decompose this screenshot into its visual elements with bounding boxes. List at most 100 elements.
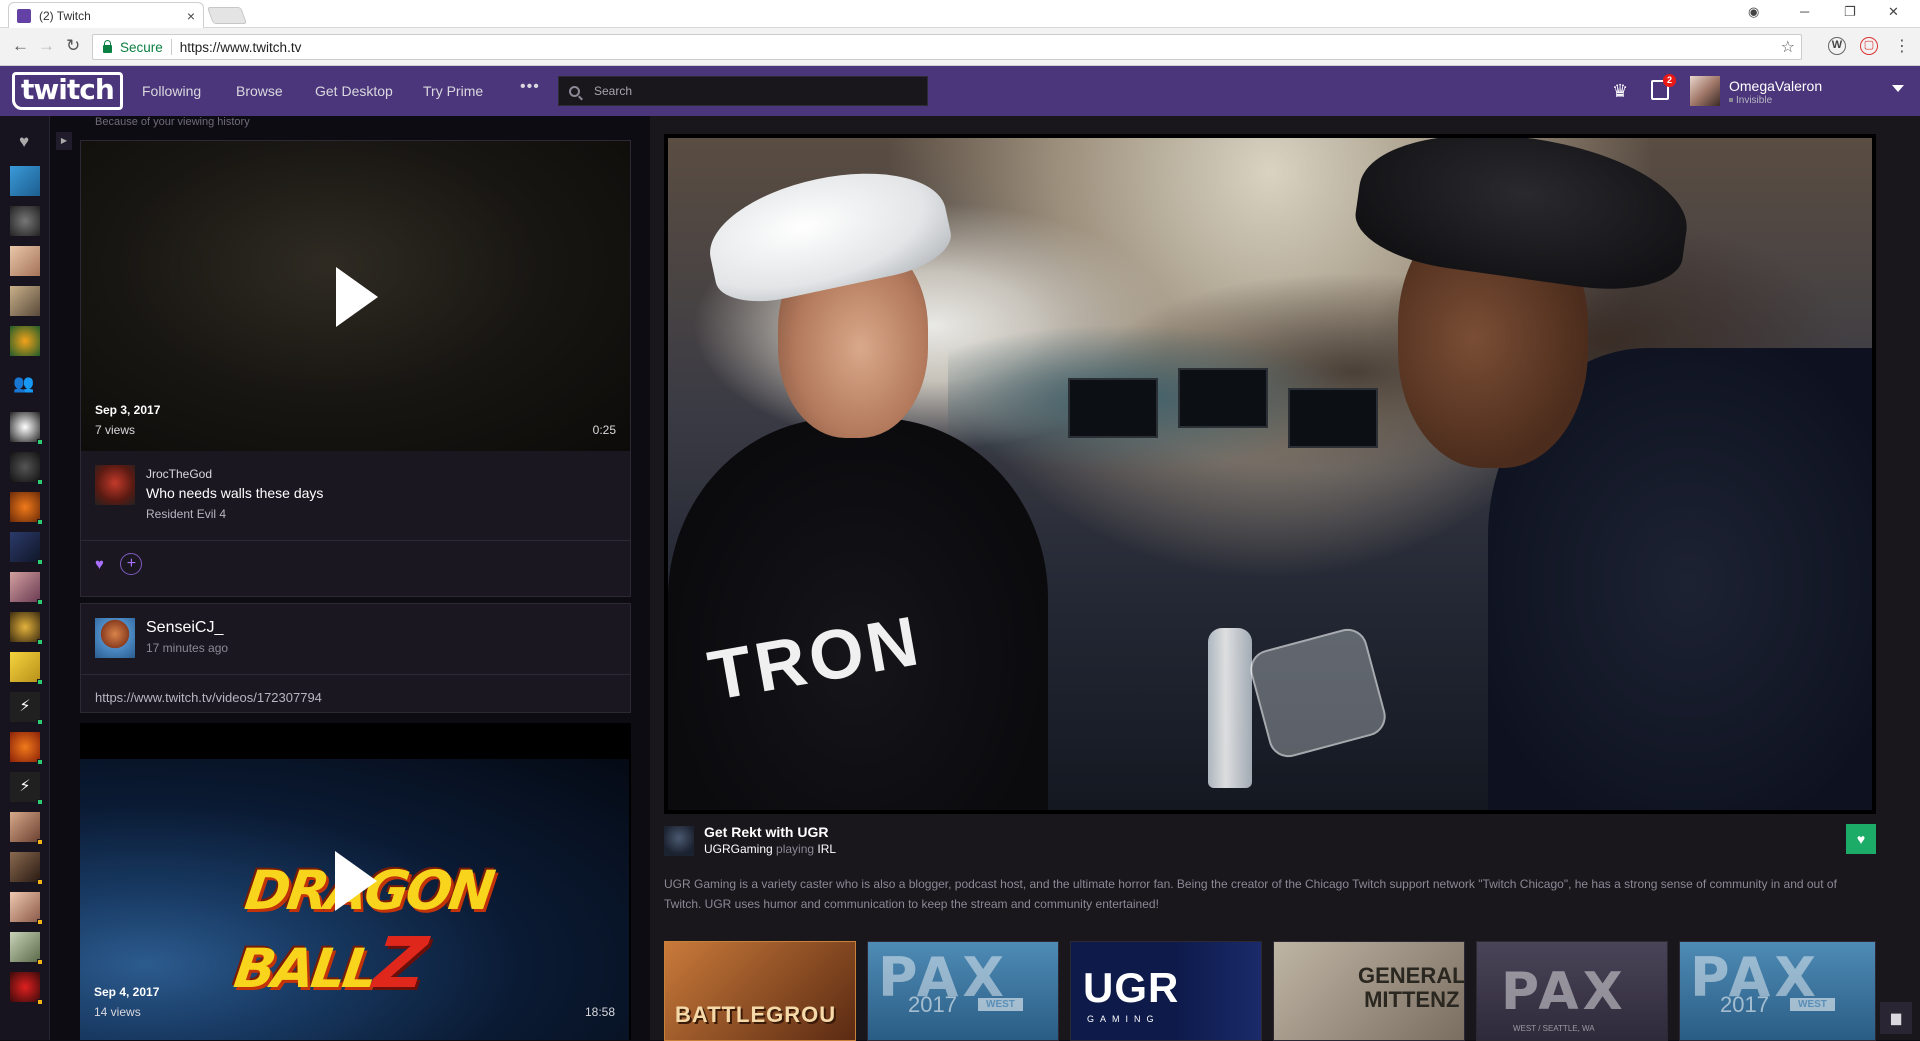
- sidebar-channel-avatar[interactable]: [10, 166, 40, 196]
- sidebar-channel-avatar[interactable]: [10, 326, 40, 356]
- rail-tile[interactable]: PAX 2017 WEST: [1679, 941, 1876, 1041]
- idle-dot: [37, 959, 43, 965]
- art-z: Z: [369, 922, 429, 1004]
- video-date: Sep 3, 2017: [95, 403, 161, 417]
- stream-video-frame: TRON: [668, 138, 1872, 810]
- rail-tile[interactable]: BATTLEGROU: [664, 941, 856, 1041]
- online-dot: [37, 679, 43, 685]
- user-avatar[interactable]: [1690, 76, 1720, 106]
- video-title[interactable]: Who needs walls these days: [146, 485, 323, 501]
- online-dot: [37, 439, 43, 445]
- sidebar-channel-avatar[interactable]: [10, 732, 43, 765]
- dragon-ball-art: DRAGON BALLZ: [230, 859, 629, 1004]
- back-icon[interactable]: ←: [12, 36, 29, 56]
- streamer-avatar[interactable]: [664, 826, 694, 856]
- video-thumbnail[interactable]: Sep 3, 2017 7 views 0:25: [81, 141, 630, 451]
- sidebar-channel-avatar[interactable]: ⚡: [10, 692, 43, 725]
- address-bar[interactable]: Secure https://www.twitch.tv ☆: [92, 34, 1802, 60]
- forward-icon[interactable]: →: [38, 36, 55, 56]
- sidebar-channel-avatar[interactable]: [10, 852, 43, 885]
- search-input[interactable]: Search: [558, 76, 928, 106]
- browser-tab-bar: (2) Twitch × ◉ ─ ❐ ✕: [0, 0, 1920, 28]
- sidebar-channel-avatar[interactable]: [10, 286, 40, 316]
- sidebar-channel-avatar[interactable]: [10, 972, 43, 1005]
- background-monitor: [1288, 388, 1378, 448]
- video-game[interactable]: Resident Evil 4: [146, 507, 226, 521]
- playing-word: playing: [776, 842, 815, 856]
- sidebar-channel-avatar[interactable]: [10, 612, 43, 645]
- profile-icon[interactable]: ◉: [1748, 4, 1759, 20]
- chat-bubble-icon[interactable]: ▆: [1880, 1002, 1912, 1034]
- sidebar-channel-avatar[interactable]: [10, 246, 40, 276]
- online-dot: [37, 479, 43, 485]
- post-author[interactable]: SenseiCJ_: [146, 619, 223, 637]
- like-heart-icon[interactable]: ♥: [95, 556, 104, 573]
- sidebar-channel-avatar[interactable]: [10, 412, 43, 445]
- online-dot: [37, 719, 43, 725]
- video-actions: ♥ +: [95, 553, 143, 575]
- browser-tab[interactable]: (2) Twitch ×: [8, 2, 204, 28]
- rail-tile-big: UGR: [1083, 964, 1180, 1011]
- close-window-icon[interactable]: ✕: [1888, 4, 1899, 20]
- sidebar-channel-avatar[interactable]: [10, 932, 43, 965]
- water-bottle: [1208, 628, 1252, 788]
- notifications-icon[interactable]: 2: [1651, 74, 1676, 100]
- bookmark-star-icon[interactable]: ☆: [1781, 37, 1795, 57]
- more-menu-icon[interactable]: •••: [520, 78, 540, 96]
- sidebar-channel-avatar[interactable]: [10, 206, 40, 236]
- expand-sidebar-button[interactable]: ▶: [56, 132, 72, 150]
- prime-crown-icon[interactable]: ♛: [1612, 81, 1628, 102]
- video-duration: 18:58: [584, 1005, 615, 1019]
- post-link[interactable]: https://www.twitch.tv/videos/172307794: [95, 690, 322, 705]
- sidebar-channel-avatar[interactable]: [10, 812, 43, 845]
- nav-get-desktop[interactable]: Get Desktop: [315, 83, 393, 99]
- sidebar-channel-avatar[interactable]: [10, 452, 43, 485]
- heart-icon[interactable]: ♥: [13, 132, 35, 154]
- rail-tile-year: 2017: [908, 992, 957, 1017]
- sidebar-channel-avatar[interactable]: [10, 572, 43, 605]
- video-card: Sep 3, 2017 7 views 0:25 JrocTheGod Who …: [80, 140, 631, 597]
- rail-tile[interactable]: GENERAL MITTENZ: [1273, 941, 1465, 1041]
- users-icon[interactable]: 👥: [13, 374, 35, 396]
- minimize-icon[interactable]: ─: [1800, 4, 1809, 19]
- close-tab-icon[interactable]: ×: [187, 8, 195, 24]
- rail-tile-region: WEST: [978, 998, 1023, 1011]
- username[interactable]: OmegaValeron: [1729, 78, 1822, 94]
- stream-game[interactable]: IRL: [817, 842, 836, 856]
- sidebar-channel-avatar[interactable]: [10, 532, 43, 565]
- play-icon[interactable]: [336, 267, 378, 327]
- reload-icon[interactable]: ↻: [66, 36, 80, 56]
- twitch-logo[interactable]: twitch: [12, 72, 123, 110]
- nav-browse[interactable]: Browse: [236, 83, 283, 99]
- sidebar-channel-avatar[interactable]: [10, 492, 43, 525]
- tab-title: (2) Twitch: [39, 8, 91, 23]
- nav-try-prime[interactable]: Try Prime: [423, 83, 483, 99]
- channel-avatar[interactable]: [95, 465, 135, 505]
- idle-dot: [37, 839, 43, 845]
- new-tab-button[interactable]: [206, 7, 248, 24]
- sidebar-channel-avatar[interactable]: [10, 892, 43, 925]
- video-thumbnail[interactable]: DRAGON BALLZ Sep 4, 2017 14 views 18:58: [80, 759, 629, 1040]
- maximize-icon[interactable]: ❐: [1844, 4, 1856, 20]
- rail-tile[interactable]: UGR GAMING: [1070, 941, 1262, 1041]
- idle-dot: [37, 879, 43, 885]
- extension-icon[interactable]: ▢: [1860, 37, 1878, 55]
- streamer-name[interactable]: UGRGaming: [704, 842, 773, 856]
- rail-tile-big: GENERAL MITTENZ: [1358, 963, 1465, 1012]
- video-player[interactable]: TRON: [664, 134, 1876, 814]
- follow-button[interactable]: ♥: [1846, 824, 1876, 854]
- online-dot: [37, 639, 43, 645]
- rail-tile[interactable]: PAX 2017 WEST: [867, 941, 1059, 1041]
- author-avatar[interactable]: [95, 618, 135, 658]
- extension-w-icon[interactable]: W: [1828, 37, 1846, 55]
- sidebar-channel-avatar[interactable]: ⚡: [10, 772, 43, 805]
- rail-tile[interactable]: PAX WEST / SEATTLE, WA: [1476, 941, 1668, 1041]
- user-menu-caret-icon[interactable]: [1892, 85, 1904, 92]
- add-icon[interactable]: +: [120, 553, 143, 575]
- browser-menu-icon[interactable]: ⋮: [1894, 36, 1910, 56]
- sidebar-channel-avatar[interactable]: [10, 652, 43, 685]
- main-player-area: TRON Get Rekt with UGR UGRGaming playing…: [650, 116, 1920, 1041]
- channel-name[interactable]: JrocTheGod: [146, 467, 212, 481]
- nav-following[interactable]: Following: [142, 83, 201, 99]
- play-icon[interactable]: [335, 851, 377, 911]
